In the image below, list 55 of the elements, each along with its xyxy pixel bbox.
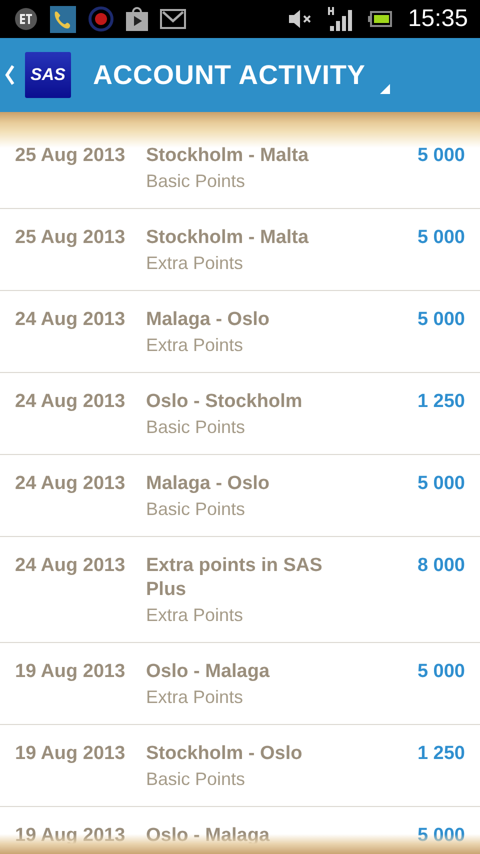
- points-type: Basic Points: [146, 170, 246, 193]
- points-amount: 1 250: [417, 742, 465, 766]
- points-amount: 5 000: [417, 308, 465, 332]
- points-amount: 5 000: [417, 660, 465, 684]
- entry-route: Stockholm - Oslo: [146, 742, 304, 766]
- play-store-icon: [126, 7, 148, 31]
- entry-date: 19 Aug 2013: [15, 824, 126, 848]
- dropdown-corner-icon[interactable]: [380, 84, 390, 94]
- activity-row[interactable]: 19 Aug 2013 Oslo - Malaga 5 000: [0, 807, 480, 854]
- activity-row[interactable]: 24 Aug 2013 Malaga - Oslo Extra Points 5 000: [0, 291, 480, 373]
- entry-route: Oslo - Stockholm: [146, 390, 304, 414]
- mail-icon: [160, 9, 186, 29]
- points-type: Basic Points: [146, 768, 246, 791]
- battery-icon: [368, 11, 392, 27]
- activity-row[interactable]: 24 Aug 2013 Extra points in SAS Plus Extra Points 8 000: [0, 537, 480, 643]
- phone-icon: [50, 6, 76, 32]
- points-type: Extra Points: [146, 686, 244, 709]
- activity-row[interactable]: 24 Aug 2013 Malaga - Oslo Basic Points 5 000: [0, 455, 480, 537]
- points-type: Extra Points: [146, 252, 244, 275]
- points-type: Basic Points: [146, 416, 246, 439]
- entry-route: Oslo - Malaga: [146, 824, 271, 848]
- points-type: Basic Points: [146, 498, 246, 521]
- entry-date: 24 Aug 2013: [15, 554, 126, 578]
- entry-route: Stockholm - Malta: [146, 226, 310, 250]
- entry-route: Oslo - Malaga: [146, 660, 271, 684]
- record-icon: [88, 6, 114, 32]
- entry-date: 24 Aug 2013: [15, 390, 126, 414]
- activity-row[interactable]: 19 Aug 2013 Stockholm - Oslo Basic Points 1 250: [0, 725, 480, 807]
- entry-date: 19 Aug 2013: [15, 660, 126, 684]
- entry-date: 24 Aug 2013: [15, 472, 126, 496]
- points-amount: 5 000: [417, 226, 465, 250]
- points-amount: 5 000: [417, 824, 465, 848]
- activity-row[interactable]: 19 Aug 2013 Oslo - Malaga Extra Points 5 000: [0, 643, 480, 725]
- et-icon: [14, 7, 38, 31]
- points-amount: 1 250: [417, 390, 465, 414]
- screen-title[interactable]: ACCOUNT ACTIVITY: [93, 60, 366, 90]
- activity-row[interactable]: 25 Aug 2013 Stockholm - Malta Extra Points 5 000: [0, 209, 480, 291]
- activity-row[interactable]: 24 Aug 2013 Oslo - Stockholm Basic Points 1 250: [0, 373, 480, 455]
- entry-date: 19 Aug 2013: [15, 742, 126, 766]
- points-amount: 5 000: [417, 144, 465, 168]
- back-icon[interactable]: [5, 64, 15, 86]
- activity-row[interactable]: 25 Aug 2013 Stockholm - Malta Basic Points 5 000: [0, 127, 480, 209]
- clock-time: 15:35: [408, 5, 468, 33]
- entry-route: Malaga - Oslo: [146, 308, 271, 332]
- points-type: Extra Points: [146, 334, 244, 357]
- entry-date: 25 Aug 2013: [15, 226, 126, 250]
- entry-route: Malaga - Oslo: [146, 472, 271, 496]
- points-amount: 8 000: [417, 554, 465, 578]
- entry-route: Stockholm - Malta: [146, 144, 310, 168]
- points-type: Extra Points: [146, 604, 244, 627]
- entry-date: 25 Aug 2013: [15, 144, 126, 168]
- sas-logo: SAS: [25, 52, 71, 98]
- entry-route: Extra points in SAS Plus: [146, 554, 324, 602]
- entry-date: 24 Aug 2013: [15, 308, 126, 332]
- points-amount: 5 000: [417, 472, 465, 496]
